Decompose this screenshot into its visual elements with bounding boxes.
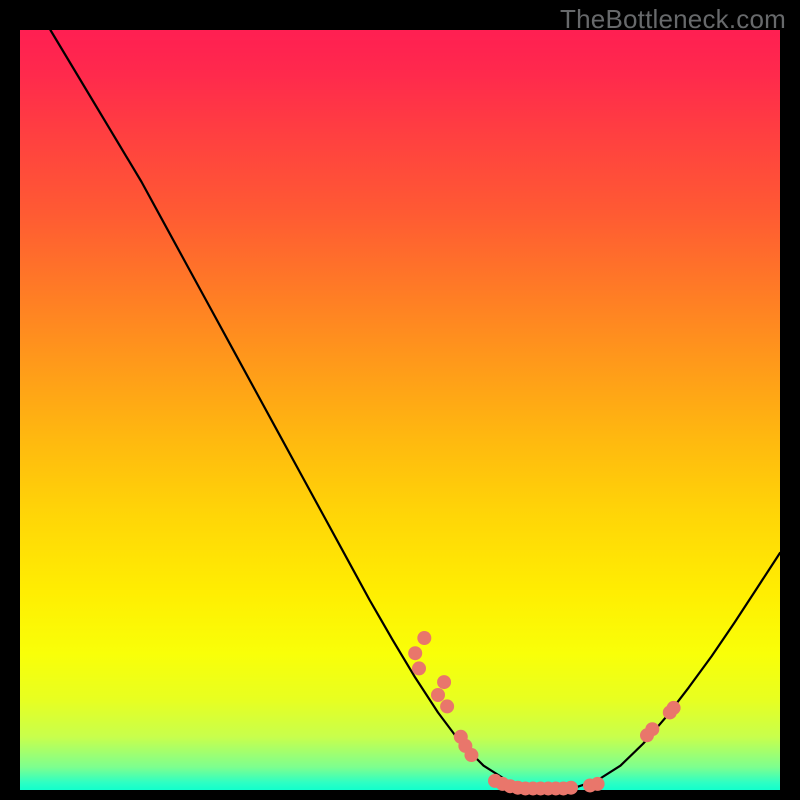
curve-layer xyxy=(20,30,780,790)
data-marker xyxy=(464,748,478,762)
chart-container: TheBottleneck.com xyxy=(0,0,800,800)
data-marker xyxy=(591,777,605,791)
data-marker xyxy=(440,699,454,713)
data-marker xyxy=(564,781,578,795)
data-marker xyxy=(431,688,445,702)
plot-area xyxy=(20,30,780,790)
data-marker xyxy=(645,722,659,736)
data-marker xyxy=(437,675,451,689)
data-marker xyxy=(417,631,431,645)
bottleneck-curve xyxy=(50,30,780,790)
data-markers-group xyxy=(408,631,680,795)
data-marker xyxy=(412,661,426,675)
data-marker xyxy=(408,646,422,660)
data-marker xyxy=(667,701,681,715)
